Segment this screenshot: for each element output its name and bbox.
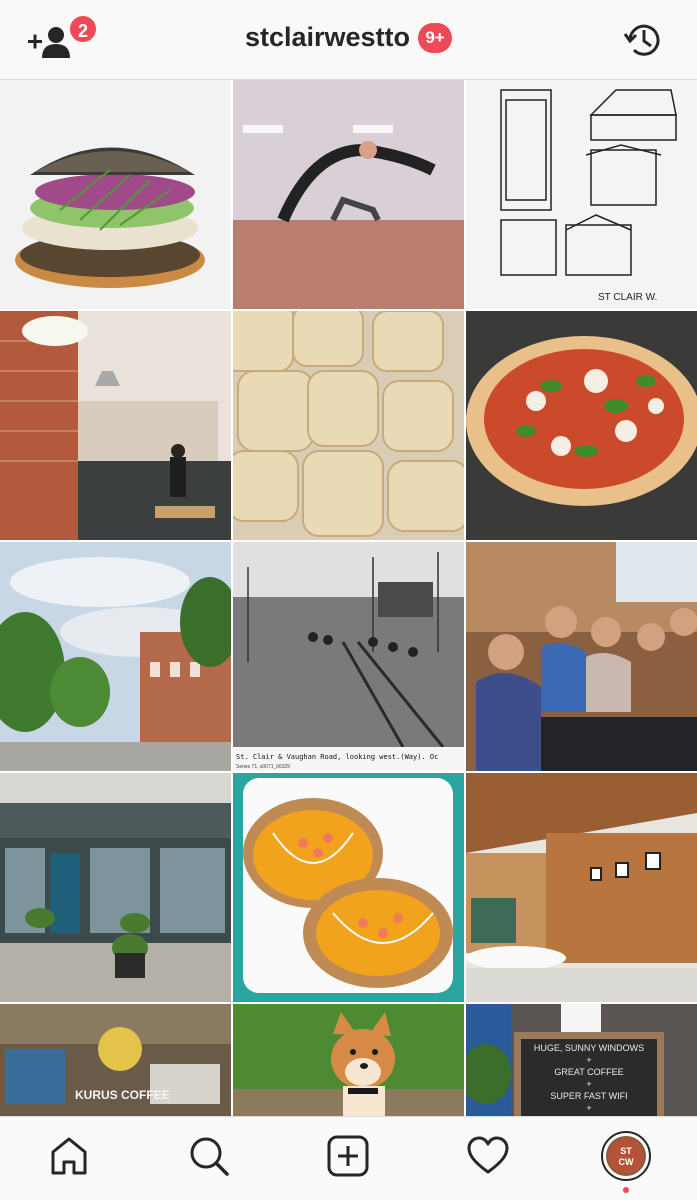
kitchen-image (0, 311, 231, 540)
bagel-image (0, 80, 231, 309)
nav-search[interactable] (184, 1131, 234, 1181)
historic-caption: St. Clair & Vaughan Road, looking west.(… (236, 753, 438, 761)
chalkboard-text: HUGE, SUNNY WINDOWS + GREAT COFFEE + SUP… (521, 1042, 657, 1114)
post-thumbnail[interactable] (0, 773, 231, 1002)
history-icon (623, 24, 660, 56)
top-bar: 2 stclairwestto 9+ (0, 0, 697, 80)
post-thumbnail[interactable] (0, 311, 231, 540)
post-thumbnail[interactable] (233, 311, 464, 540)
post-thumbnail[interactable] (0, 80, 231, 309)
chalk-line: + (586, 1103, 592, 1113)
home-icon (51, 1137, 87, 1175)
nav-new-post[interactable] (323, 1131, 373, 1181)
post-thumbnail[interactable]: KURUS COFFEE (0, 1004, 231, 1116)
posts-grid: ST CLAIR W. St. Clair & Vaughan Road, lo… (0, 80, 697, 1116)
post-thumbnail[interactable] (466, 311, 697, 540)
search-icon (190, 1137, 229, 1176)
historic-subcaption: Series 71, s0071_it0329 (236, 764, 290, 770)
storefront-image (0, 773, 231, 1002)
post-thumbnail[interactable]: ST CLAIR W. (466, 80, 697, 309)
chalk-line: HUGE, SUNNY WINDOWS (533, 1043, 645, 1053)
nav-activity[interactable] (463, 1131, 513, 1181)
historic-photo-image: St. Clair & Vaughan Road, looking west.(… (233, 542, 464, 771)
post-thumbnail[interactable]: HUGE, SUNNY WINDOWS + GREAT COFFEE + SUP… (466, 1004, 697, 1116)
post-thumbnail[interactable] (233, 1004, 464, 1116)
avatar-text: ST (620, 1146, 632, 1156)
title-wrap: stclairwestto 9+ (0, 22, 697, 53)
chalk-line: GREAT COFFEE (554, 1067, 624, 1077)
profile-avatar: ST CW (601, 1131, 651, 1181)
post-thumbnail[interactable] (466, 773, 697, 1002)
post-thumbnail[interactable] (0, 542, 231, 771)
friends-image (466, 542, 697, 771)
username-title[interactable]: stclairwestto (245, 22, 410, 53)
pizza-image (466, 311, 697, 540)
sketch-label: ST CLAIR W. (598, 292, 657, 303)
notification-badge: 9+ (418, 22, 453, 53)
post-thumbnail[interactable] (233, 80, 464, 309)
wood-interior-image (466, 773, 697, 1002)
shop-sign: KURUS COFFEE (75, 1088, 170, 1102)
nav-profile[interactable]: ST CW (601, 1131, 651, 1181)
scones-image (233, 311, 464, 540)
nav-home[interactable] (44, 1131, 94, 1181)
chalk-line: SUPER FAST WIFI (550, 1091, 628, 1101)
archive-button[interactable] (622, 18, 666, 62)
avocado-toast-image (233, 773, 464, 1002)
sketch-image: ST CLAIR W. (466, 80, 697, 309)
post-thumbnail[interactable] (466, 542, 697, 771)
bottom-nav: ST CW (0, 1116, 697, 1200)
post-thumbnail[interactable]: St. Clair & Vaughan Road, looking west.(… (233, 542, 464, 771)
post-thumbnail[interactable] (233, 773, 464, 1002)
add-post-icon (327, 1135, 369, 1177)
yoga-image (233, 80, 464, 309)
coffee-shop-image: KURUS COFFEE (0, 1004, 231, 1116)
street-image (0, 542, 231, 771)
shiba-image (233, 1004, 464, 1116)
avatar-text: CW (619, 1157, 634, 1167)
activity-heart-icon (467, 1136, 509, 1174)
notification-dot (623, 1187, 629, 1193)
chalk-line: + (586, 1079, 592, 1089)
chalk-line: + (586, 1055, 592, 1065)
profile-screen: 2 stclairwestto 9+ ST CLAIR W. St. Clair… (0, 0, 697, 1200)
